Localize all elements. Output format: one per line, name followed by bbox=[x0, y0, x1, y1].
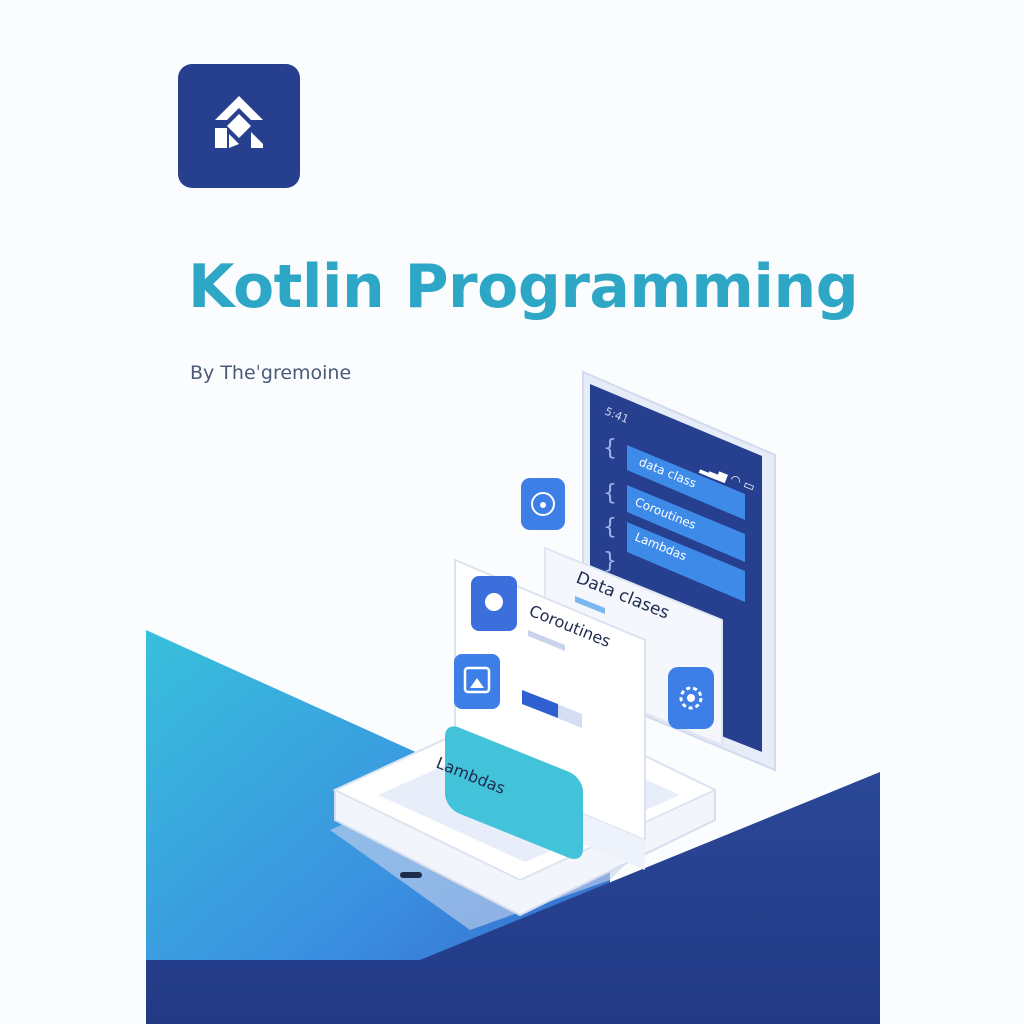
settings-gear-tile bbox=[668, 667, 714, 729]
svg-text:{: { bbox=[603, 481, 617, 506]
floating-bug-tile bbox=[521, 478, 565, 530]
svg-text:{: { bbox=[603, 515, 617, 540]
phone-illustration: 5:41 ▂▃▅ ◠ ▭ { { { } data class Coroutin… bbox=[330, 370, 776, 930]
svg-text:{: { bbox=[603, 436, 617, 461]
svg-text:}: } bbox=[603, 549, 617, 574]
book-cover: Kotlin Programming By Theˈgremoine 5:41 … bbox=[0, 0, 1024, 1024]
